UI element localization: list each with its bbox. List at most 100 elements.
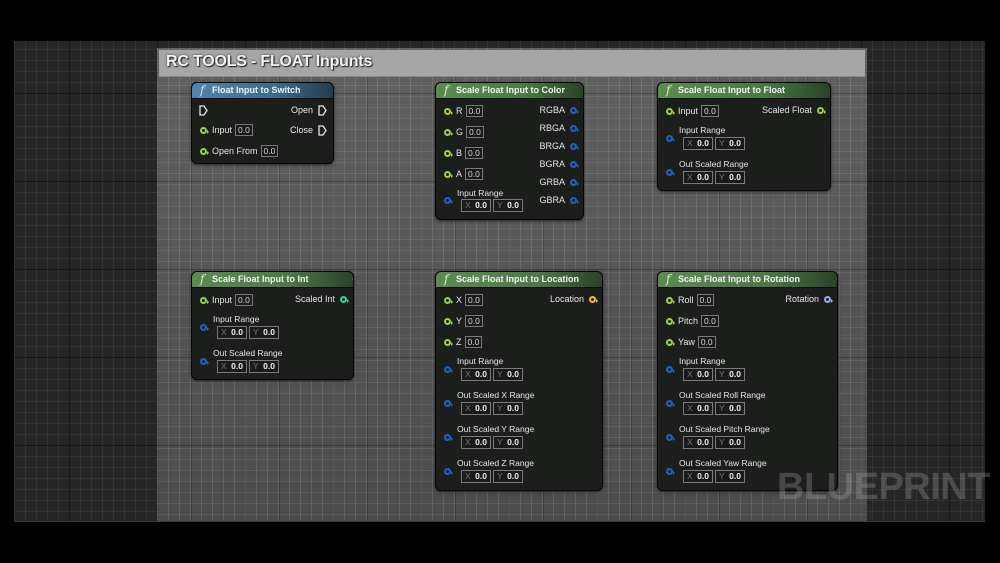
output-pin-rbga[interactable]: RBGA [539, 121, 579, 135]
x-field[interactable]: X 0.0 [683, 171, 713, 184]
node-scale-float-input-to-location[interactable]: f Scale Float Input to Location X 0.0 Y … [435, 271, 603, 491]
x-field[interactable]: X 0.0 [683, 402, 713, 415]
roll-value-field[interactable]: 0.0 [696, 294, 715, 306]
y-field[interactable]: Y 0.0 [715, 137, 745, 150]
y-field[interactable]: Y 0.0 [715, 368, 745, 381]
out-scaled-range-vector[interactable]: X 0.0 Y 0.0 [683, 171, 747, 184]
input-pin-z[interactable]: Z 0.0 [444, 335, 483, 349]
input-pin-pitch[interactable]: Pitch 0.0 [666, 314, 719, 328]
y-field[interactable]: Y 0.0 [493, 199, 523, 212]
input-pin-r[interactable]: R 0.0 [444, 104, 484, 118]
input-value-field[interactable]: 0.0 [701, 105, 719, 117]
out-scaled-yaw-range-vector[interactable]: X 0.0 Y 0.0 [683, 470, 747, 483]
y-value-field[interactable]: 0.0 [465, 315, 483, 327]
b-value-field[interactable]: 0.0 [465, 147, 483, 159]
y-field[interactable]: Y 0.0 [493, 402, 523, 415]
input-range-vector[interactable]: X 0.0 Y 0.0 [683, 368, 747, 381]
y-field[interactable]: Y 0.0 [715, 171, 745, 184]
output-pin-rotation[interactable]: Rotation [785, 292, 833, 306]
out-scaled-x-range-vector[interactable]: X 0.0 Y 0.0 [461, 402, 525, 415]
input-pin-input[interactable]: Input 0.0 [200, 123, 253, 137]
x-field[interactable]: X 0.0 [461, 402, 491, 415]
node-scale-float-input-to-color[interactable]: f Scale Float Input to Color R 0.0 G 0.0… [435, 82, 584, 220]
y-field[interactable]: Y 0.0 [715, 470, 745, 483]
blueprint-graph-canvas[interactable]: RC TOOLS - FLOAT Inpunts f Float Input t… [14, 41, 985, 522]
x-field[interactable]: X 0.0 [683, 137, 713, 150]
input-pin-input[interactable]: Input 0.0 [666, 104, 719, 118]
x-field[interactable]: X 0.0 [683, 368, 713, 381]
y-field[interactable]: Y 0.0 [249, 326, 279, 339]
out-scaled-y-range-vector[interactable]: X 0.0 Y 0.0 [461, 436, 525, 449]
x-field[interactable]: X 0.0 [217, 360, 247, 373]
struct-pin-icon[interactable] [666, 169, 675, 176]
x-field[interactable]: X 0.0 [461, 436, 491, 449]
y-field[interactable]: Y 0.0 [249, 360, 279, 373]
out-scaled-range-vector[interactable]: X 0.0 Y 0.0 [217, 360, 281, 373]
g-value-field[interactable]: 0.0 [466, 126, 484, 138]
out-scaled-roll-range-vector[interactable]: X 0.0 Y 0.0 [683, 402, 747, 415]
output-pin-brga[interactable]: BRGA [539, 139, 579, 153]
struct-pin-icon[interactable] [666, 400, 675, 407]
input-range-vector[interactable]: X 0.0 Y 0.0 [217, 326, 281, 339]
y-field[interactable]: Y 0.0 [493, 368, 523, 381]
input-pin-yaw[interactable]: Yaw 0.0 [666, 335, 716, 349]
struct-pin-icon[interactable] [666, 366, 675, 373]
input-range-vector[interactable]: X 0.0 Y 0.0 [461, 199, 525, 212]
input-pin-open-from[interactable]: Open From 0.0 [200, 144, 279, 158]
output-pin-location[interactable]: Location [550, 292, 598, 306]
struct-pin-icon[interactable] [444, 468, 453, 475]
output-pin-scaled-int[interactable]: Scaled Int [295, 292, 349, 306]
input-pin-y[interactable]: Y 0.0 [444, 314, 483, 328]
input-pin-a[interactable]: A 0.0 [444, 167, 483, 181]
input-pin-x[interactable]: X 0.0 [444, 293, 483, 307]
output-pin-close[interactable]: Close [290, 123, 327, 137]
comment-title-bar[interactable]: RC TOOLS - FLOAT Inpunts [159, 50, 865, 77]
output-pin-grba[interactable]: GRBA [539, 175, 579, 189]
out-scaled-pitch-range-vector[interactable]: X 0.0 Y 0.0 [683, 436, 747, 449]
input-pin-input[interactable]: Input 0.0 [200, 293, 253, 307]
node-scale-float-input-to-rotation[interactable]: f Scale Float Input to Rotation Roll 0.0… [657, 271, 838, 491]
input-value-field[interactable]: 0.0 [235, 294, 253, 306]
output-pin-open[interactable]: Open [291, 103, 327, 117]
x-field[interactable]: X 0.0 [461, 199, 491, 212]
out-scaled-z-range-vector[interactable]: X 0.0 Y 0.0 [461, 470, 525, 483]
node-scale-float-input-to-float[interactable]: f Scale Float Input to Float Input 0.0 S… [657, 82, 831, 191]
struct-pin-icon[interactable] [200, 324, 209, 331]
x-value-field[interactable]: 0.0 [465, 294, 483, 306]
input-range-vector[interactable]: X 0.0 Y 0.0 [461, 368, 525, 381]
struct-pin-icon[interactable] [666, 135, 675, 142]
output-pin-rgba[interactable]: RGBA [539, 103, 579, 117]
z-value-field[interactable]: 0.0 [464, 336, 483, 348]
yaw-value-field[interactable]: 0.0 [697, 336, 716, 348]
node-scale-float-input-to-int[interactable]: f Scale Float Input to Int Input 0.0 Sca… [191, 271, 354, 380]
exec-in-pin[interactable] [199, 103, 208, 117]
x-field[interactable]: X 0.0 [461, 368, 491, 381]
struct-pin-icon[interactable] [444, 400, 453, 407]
struct-pin-icon[interactable] [666, 468, 675, 475]
x-field[interactable]: X 0.0 [683, 436, 713, 449]
input-range-vector[interactable]: X 0.0 Y 0.0 [683, 137, 747, 150]
struct-pin-icon[interactable] [444, 434, 453, 441]
input-pin-roll[interactable]: Roll 0.0 [666, 293, 715, 307]
y-field[interactable]: Y 0.0 [493, 436, 523, 449]
pitch-value-field[interactable]: 0.0 [701, 315, 719, 327]
a-value-field[interactable]: 0.0 [465, 168, 483, 180]
y-field[interactable]: Y 0.0 [715, 402, 745, 415]
struct-pin-icon[interactable] [666, 434, 675, 441]
y-field[interactable]: Y 0.0 [715, 436, 745, 449]
input-value-field[interactable]: 0.0 [235, 124, 253, 136]
x-field[interactable]: X 0.0 [461, 470, 491, 483]
input-pin-g[interactable]: G 0.0 [444, 125, 484, 139]
y-field[interactable]: Y 0.0 [493, 470, 523, 483]
struct-pin-icon[interactable] [200, 358, 209, 365]
r-value-field[interactable]: 0.0 [465, 105, 484, 117]
struct-pin-icon[interactable] [444, 197, 453, 204]
x-field[interactable]: X 0.0 [217, 326, 247, 339]
struct-pin-icon[interactable] [444, 366, 453, 373]
output-pin-scaled-float[interactable]: Scaled Float [762, 103, 826, 117]
open-from-value-field[interactable]: 0.0 [260, 145, 279, 157]
output-pin-bgra[interactable]: BGRA [539, 157, 579, 171]
node-float-input-to-switch[interactable]: f Float Input to Switch Open Close Input… [191, 82, 334, 164]
output-pin-gbra[interactable]: GBRA [539, 193, 579, 207]
input-pin-b[interactable]: B 0.0 [444, 146, 483, 160]
